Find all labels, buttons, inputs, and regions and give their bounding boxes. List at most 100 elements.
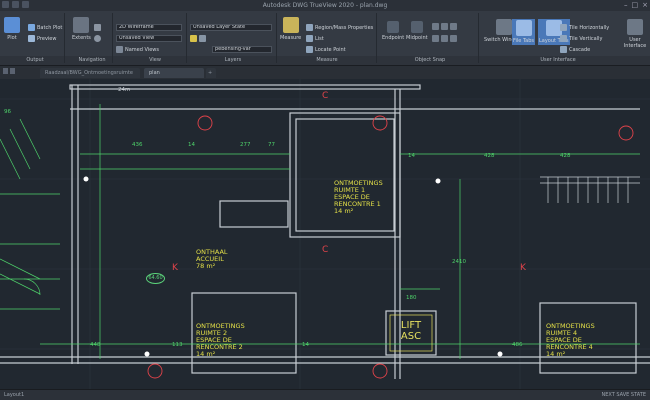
extents-button[interactable]: Extents bbox=[72, 17, 91, 41]
separator bbox=[276, 13, 277, 63]
room-label-4: ONTMOETINGS RUIMTE 4 ESPACE DE RENCONTRE… bbox=[546, 323, 595, 358]
lift-line1: LIFT bbox=[400, 320, 422, 331]
snap-tools-row2[interactable] bbox=[432, 35, 457, 42]
room2-area: 14 m² bbox=[196, 350, 216, 358]
status-text: NEXT SAVE STATE bbox=[601, 392, 646, 398]
tile-horizontally-button[interactable]: Tile Horizontally bbox=[560, 24, 609, 31]
intersection-snap-icon[interactable] bbox=[450, 23, 457, 30]
tile-vertically-button[interactable]: Tile Vertically bbox=[560, 35, 602, 42]
visual-style-dropdown[interactable]: 2D Wireframe bbox=[116, 24, 182, 31]
printer-icon bbox=[4, 17, 20, 33]
quadrant-snap-icon[interactable] bbox=[441, 23, 448, 30]
extents-label: Extents bbox=[72, 35, 91, 41]
layer-isolate-icon[interactable] bbox=[199, 35, 206, 42]
dimension-label: 96 bbox=[4, 109, 11, 115]
layout-tab[interactable]: Layout1 bbox=[4, 392, 24, 398]
perpendicular-snap-icon[interactable] bbox=[441, 35, 448, 42]
zoom-extents-icon bbox=[73, 17, 90, 33]
file-tabs-menu[interactable] bbox=[3, 68, 15, 74]
layer-properties-icon[interactable] bbox=[190, 35, 197, 42]
drawing-canvas[interactable]: ONTMOETINGS RUIMTE 1 ESPACE DE RENCONTRE… bbox=[0, 79, 650, 389]
measure-label: Measure bbox=[280, 35, 302, 41]
ruler-icon bbox=[282, 17, 299, 33]
batch-plot-label: Batch Plot bbox=[37, 24, 63, 31]
file-menu-icon[interactable] bbox=[3, 68, 8, 74]
layer-state-dropdown[interactable]: Unsaved Layer State bbox=[190, 24, 272, 31]
dimension-label: 14 bbox=[302, 342, 309, 348]
orbit-button[interactable] bbox=[94, 35, 101, 42]
dimension-label: 486 bbox=[512, 342, 523, 348]
dimension-label: 14 bbox=[188, 142, 195, 148]
batch-plot-icon bbox=[28, 24, 35, 31]
user-interface-label: User Interface bbox=[623, 37, 647, 49]
endpoint-button[interactable]: Endpoint bbox=[382, 21, 404, 41]
minimize-icon[interactable]: – bbox=[624, 1, 628, 9]
tangent-snap-icon[interactable] bbox=[450, 35, 457, 42]
midpoint-button[interactable]: Midpoint bbox=[406, 21, 428, 41]
plot-button[interactable]: Plot bbox=[4, 17, 20, 41]
preview-label: Preview bbox=[37, 35, 57, 42]
layer-dropdown[interactable]: pebensing-var bbox=[212, 46, 272, 53]
endpoint-label: Endpoint bbox=[382, 35, 405, 41]
axis-marker: K bbox=[172, 263, 178, 273]
layers-panel-label: Layers bbox=[224, 57, 242, 63]
layer-tools[interactable] bbox=[190, 35, 206, 42]
maximize-icon[interactable]: □ bbox=[632, 1, 639, 9]
title-bar: Autodesk DWG TrueView 2020 - plan.dwg – … bbox=[0, 0, 650, 11]
preview-button[interactable]: Preview bbox=[28, 35, 56, 42]
region-mass-properties-button[interactable]: Region/Mass Properties bbox=[306, 24, 373, 31]
close-icon[interactable]: × bbox=[642, 1, 648, 9]
node-snap-icon[interactable] bbox=[432, 35, 439, 42]
separator bbox=[64, 13, 65, 63]
named-views-button[interactable]: Named Views bbox=[116, 46, 159, 53]
user-interface-button[interactable]: User Interface bbox=[620, 19, 650, 49]
list-icon bbox=[306, 35, 313, 42]
locate-point-icon bbox=[306, 46, 313, 53]
axis-marker: C bbox=[322, 245, 329, 255]
separator bbox=[376, 13, 377, 63]
named-views-icon bbox=[116, 46, 123, 53]
measure-button[interactable]: Measure bbox=[280, 17, 301, 41]
center-snap-icon[interactable] bbox=[432, 23, 439, 30]
batch-plot-button[interactable]: Batch Plot bbox=[28, 24, 62, 31]
file-menu-icon-2[interactable] bbox=[10, 68, 15, 74]
midpoint-snap-icon bbox=[410, 21, 423, 33]
object-snap-panel-label: Object Snap bbox=[414, 57, 446, 63]
file-tab-bar: Raadzaal/BWG_Ontmoetingsruimte plan + bbox=[0, 66, 650, 79]
reception-area: 78 m² bbox=[196, 262, 216, 270]
locate-point-button[interactable]: Locate Point bbox=[306, 46, 346, 53]
cascade-button[interactable]: Cascade bbox=[560, 46, 590, 53]
endpoint-snap-icon bbox=[387, 21, 400, 33]
user-interface-panel-label: User Interface bbox=[540, 57, 576, 63]
window-title: Autodesk DWG TrueView 2020 - plan.dwg bbox=[262, 2, 388, 9]
switch-windows-icon bbox=[496, 19, 513, 35]
separator bbox=[186, 13, 187, 63]
dimension-label: 448 bbox=[90, 342, 101, 348]
file-tabs-icon bbox=[515, 20, 532, 36]
view-panel-label: View bbox=[149, 57, 161, 63]
measure-panel-label: Measure bbox=[316, 57, 338, 63]
tab-drawing-2[interactable]: plan bbox=[144, 68, 204, 78]
navigation-panel-label: Navigation bbox=[78, 57, 106, 63]
new-tab-button[interactable]: + bbox=[206, 68, 216, 78]
tile-horizontally-label: Tile Horizontally bbox=[569, 24, 610, 31]
midpoint-label: Midpoint bbox=[406, 35, 428, 41]
list-button[interactable]: List bbox=[306, 35, 324, 42]
view-dropdown[interactable]: Unsaved View bbox=[116, 35, 182, 42]
lift-line2: ASC bbox=[400, 331, 422, 342]
pan-button[interactable] bbox=[94, 24, 101, 31]
snap-tools-row1[interactable] bbox=[432, 23, 457, 30]
dimension-label: 113 bbox=[172, 342, 183, 348]
user-interface-icon bbox=[627, 19, 643, 35]
file-tabs-toggle[interactable]: File Tabs bbox=[512, 19, 536, 45]
orbit-icon bbox=[94, 35, 101, 42]
pan-hand-icon bbox=[94, 24, 101, 31]
list-label: List bbox=[315, 35, 324, 42]
tab-drawing-1[interactable]: Raadzaal/BWG_Ontmoetingsruimte bbox=[40, 68, 140, 78]
dimension-label: 428 bbox=[560, 153, 571, 159]
dimension-label: 277 bbox=[240, 142, 251, 148]
ribbon: Plot Batch Plot Preview Output Extents N… bbox=[0, 11, 650, 66]
separator bbox=[112, 13, 113, 63]
dimension-label: 2410 bbox=[452, 259, 466, 265]
dimension-label: 180 bbox=[406, 295, 417, 301]
